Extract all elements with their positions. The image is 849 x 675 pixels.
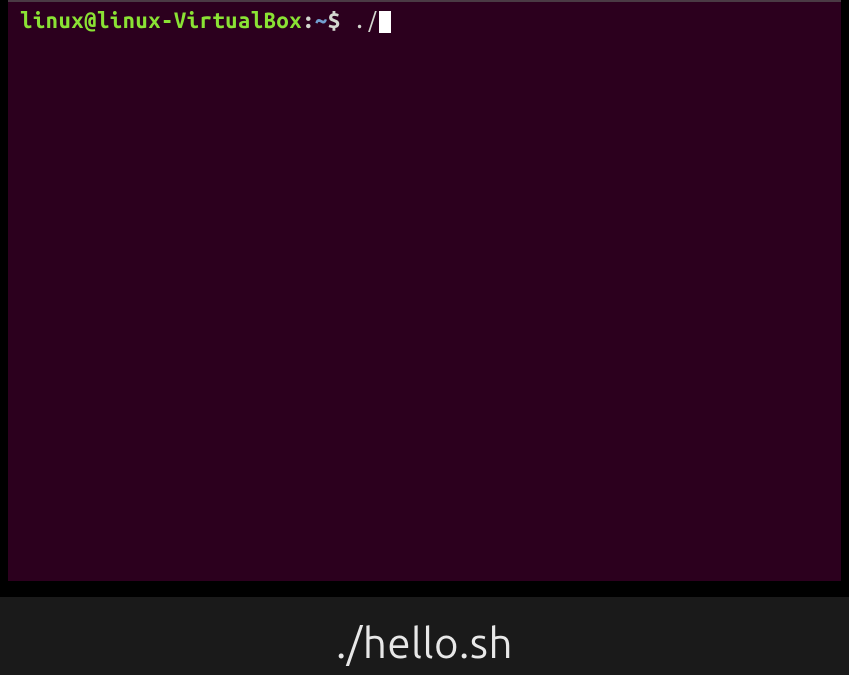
prompt-symbol: $ <box>328 8 341 33</box>
prompt-user: linux <box>20 8 84 33</box>
prompt-line[interactable]: linux@linux-VirtualBox:~$ ./ <box>20 8 829 34</box>
caption-bar: ./hello.sh <box>0 597 849 675</box>
prompt-separator: : <box>302 8 315 33</box>
cursor-block <box>379 11 391 33</box>
prompt-at: @ <box>84 8 97 33</box>
prompt-host: linux-VirtualBox <box>97 8 302 33</box>
divider <box>0 581 849 597</box>
caption-text: ./hello.sh <box>336 619 513 666</box>
terminal-window[interactable]: linux@linux-VirtualBox:~$ ./ <box>8 0 841 581</box>
command-input[interactable]: ./ <box>341 8 379 33</box>
prompt-path: ~ <box>315 8 328 33</box>
